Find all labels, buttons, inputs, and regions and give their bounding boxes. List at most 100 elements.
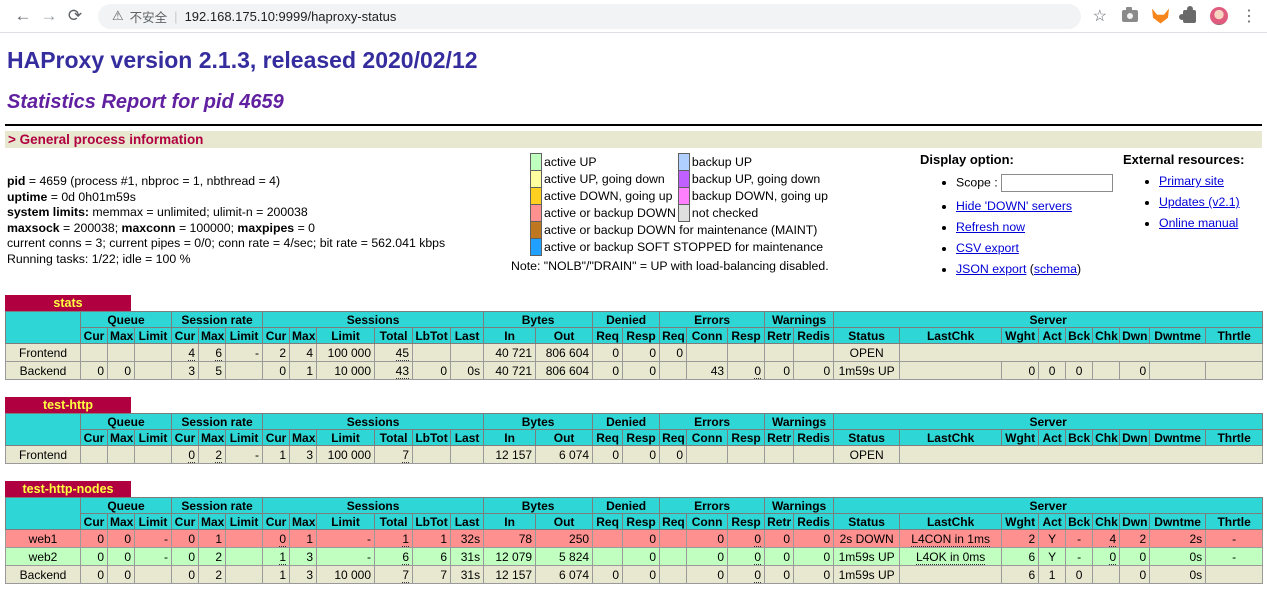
column-header-lastchk: LastChk (900, 328, 1002, 344)
json-schema-link[interactable]: schema (1034, 262, 1077, 276)
extensions-puzzle-icon[interactable] (1183, 10, 1196, 23)
table-cell: 6 074 (536, 446, 593, 464)
column-header-max: Max (199, 430, 226, 446)
table-cell (413, 344, 451, 362)
column-group-denied: Denied (593, 312, 660, 328)
column-header-retr: Retr (765, 430, 794, 446)
updates-link[interactable]: Updates (v2.1) (1159, 195, 1240, 209)
table-cell (1206, 566, 1263, 584)
column-group-bytes: Bytes (484, 414, 593, 430)
browser-menu-icon[interactable]: ⋮ (1241, 6, 1257, 26)
hide-down-servers-link[interactable]: Hide 'DOWN' servers (956, 199, 1072, 213)
table-cell: 2 (199, 548, 226, 566)
haproxy-stats-page: HAProxy version 2.1.3, released 2020/02/… (0, 47, 1267, 584)
url-text[interactable]: 192.168.175.10:9999/haproxy-status (185, 9, 397, 24)
column-group-queue: Queue (81, 498, 172, 514)
table-cell: 0 (728, 362, 765, 380)
profile-avatar[interactable] (1210, 7, 1228, 25)
column-header-thrtle: Thrtle (1206, 430, 1263, 446)
column-header-total: Total (375, 328, 413, 344)
table-row-web1: web100-0101-1132s78250000002s DOWNL4CON … (6, 530, 1263, 548)
table-cell: 7 (375, 566, 413, 584)
table-cell: 0 (108, 362, 135, 380)
column-header-bck: Bck (1066, 514, 1093, 530)
legend-swatch (531, 171, 542, 188)
table-cell: 0 (623, 530, 660, 548)
table-cell: 0 (1120, 548, 1150, 566)
table-cell: - (1206, 548, 1263, 566)
security-warning-icon[interactable]: ⚠ (112, 8, 124, 24)
address-bar[interactable]: ⚠ 不安全 | 192.168.175.10:9999/haproxy-stat… (98, 4, 1081, 29)
table-cell: 0 (623, 362, 660, 380)
table-cell: - (226, 446, 263, 464)
forward-icon[interactable]: → (36, 3, 62, 29)
tooltip-value: 45 (396, 346, 409, 361)
tooltip-value: 4 (1109, 532, 1116, 547)
haproxy-version-link[interactable]: HAProxy version 2.1.3, released 2020/02/… (7, 47, 478, 73)
list-item: Refresh now (956, 220, 1123, 234)
table-cell (728, 446, 765, 464)
table-cell: 0 (1066, 566, 1093, 584)
table-cell (794, 446, 834, 464)
csv-export-link[interactable]: CSV export (956, 241, 1019, 255)
table-cell: 0s (1150, 548, 1206, 566)
row-name: web1 (6, 530, 81, 548)
reload-icon[interactable]: ⟳ (62, 3, 88, 29)
online-manual-link[interactable]: Online manual (1159, 216, 1238, 230)
column-header-in: In (484, 430, 536, 446)
table-cell: 0 (660, 344, 687, 362)
back-icon[interactable]: ← (10, 3, 36, 29)
legend-row: active or backup DOWN for maintenance (M… (531, 222, 830, 239)
table-cell: - (1206, 530, 1263, 548)
table-cell: 43 (687, 362, 728, 380)
column-group-warnings: Warnings (765, 498, 834, 514)
table-cell: 0 (172, 566, 199, 584)
omnibox-divider: | (174, 9, 177, 24)
refresh-now-link[interactable]: Refresh now (956, 220, 1025, 234)
table-cell: 1 (263, 446, 290, 464)
list-item: Updates (v2.1) (1159, 195, 1262, 209)
table-cell: 45 (375, 344, 413, 362)
column-header-limit: Limit (226, 328, 263, 344)
column-header-bck: Bck (1066, 328, 1093, 344)
column-header-max: Max (199, 328, 226, 344)
legend-table: active UPbackup UPactive UP, going downb… (530, 153, 830, 256)
table-cell: 6 074 (536, 566, 593, 584)
primary-site-link[interactable]: Primary site (1159, 174, 1224, 188)
legend-label: active UP (542, 154, 679, 171)
scope-input[interactable] (1001, 174, 1113, 192)
column-header-max: Max (290, 514, 317, 530)
legend-swatch (678, 188, 689, 205)
scope-item: Scope : (956, 174, 1123, 192)
table-cell: 2s (1150, 530, 1206, 548)
screenshot-extension-icon[interactable] (1122, 10, 1138, 22)
table-cell: 2 (199, 446, 226, 464)
column-header-limit: Limit (135, 514, 172, 530)
corner-header (6, 498, 81, 530)
display-options: Display option: Scope : Hide 'DOWN' serv… (920, 152, 1123, 283)
table-cell: OPEN (834, 344, 900, 362)
table-cell (108, 344, 135, 362)
table-cell: 0 (593, 344, 623, 362)
legend-swatch (531, 188, 542, 205)
table-title-test-http[interactable]: test-http (5, 397, 131, 413)
json-export-link[interactable]: JSON export (956, 262, 1026, 276)
table-title-test-http-nodes[interactable]: test-http-nodes (5, 481, 131, 497)
table-cell: - (135, 548, 172, 566)
external-resources-list: Primary site Updates (v2.1) Online manua… (1123, 174, 1262, 230)
metamask-extension-icon[interactable] (1152, 9, 1169, 24)
bookmark-star-icon[interactable]: ☆ (1093, 6, 1107, 26)
table-cell (1150, 362, 1206, 380)
column-header-limit: Limit (226, 430, 263, 446)
page-title: HAProxy version 2.1.3, released 2020/02/… (7, 47, 1262, 74)
table-cell: 100 000 (317, 446, 375, 464)
table-cell: 0 (108, 548, 135, 566)
column-header-cur: Cur (81, 430, 108, 446)
table-cell: 250 (536, 530, 593, 548)
table-title-stats[interactable]: stats (5, 295, 131, 311)
proxy-section-stats: statsQueueSession rateSessionsBytesDenie… (5, 295, 1262, 380)
table-cell (81, 344, 108, 362)
table-cell: 31s (451, 566, 484, 584)
column-header-out: Out (536, 328, 593, 344)
column-header-thrtle: Thrtle (1206, 514, 1263, 530)
